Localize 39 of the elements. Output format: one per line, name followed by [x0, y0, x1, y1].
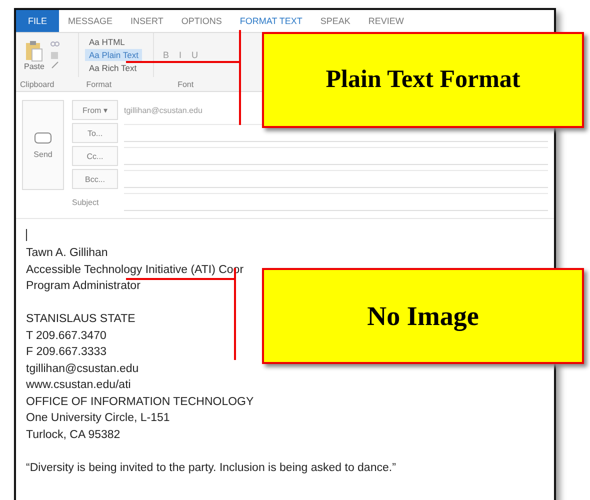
group-label: Format — [85, 80, 112, 88]
from-address: tgillihan@csustan.edu — [124, 106, 202, 114]
font-style-button[interactable]: U — [188, 50, 202, 60]
signature-line: www.csustan.edu/ati — [26, 378, 131, 393]
signature-line: Turlock, CA 95382 — [26, 428, 120, 442]
signature-line: One University Circle, L-151 — [26, 411, 170, 426]
signature-line: Program Administrator — [26, 279, 140, 294]
format-option[interactable]: Aa HTML — [85, 36, 142, 48]
signature-line: OFFICE OF INFORMATION TECHNOLOGY — [26, 394, 254, 410]
recipient-button[interactable]: Cc... — [72, 146, 118, 166]
signature-line: Tawn A. Gillihan — [26, 246, 108, 261]
signature-line: “Diversity is being invited to the party. Inclusion is being asked to dance.” — [26, 460, 396, 476]
text-cursor — [26, 229, 27, 241]
callout: No Image — [262, 268, 584, 364]
subject-label: Subject — [72, 198, 100, 206]
font-style-button[interactable]: I — [176, 50, 185, 60]
signature-line: STANISLAUS STATE — [26, 312, 136, 327]
send-button[interactable]: Send — [22, 100, 64, 190]
ribbon-tab[interactable]: REVIEW — [359, 10, 413, 32]
recipient-button[interactable]: To... — [72, 123, 118, 143]
signature-line: T 209.667.3470 — [26, 328, 106, 344]
ribbon-tab[interactable]: FORMAT TEXT — [230, 10, 312, 32]
envelope-icon — [34, 132, 52, 144]
format-option[interactable]: Aa Rich Text — [85, 62, 142, 74]
signature-line: F 209.667.3333 — [26, 345, 107, 360]
paste-button[interactable]: Paste — [22, 38, 46, 72]
ribbon-tab[interactable]: OPTIONS — [172, 10, 231, 32]
from-button[interactable]: From ▾ — [72, 100, 118, 120]
group-label: Clipboard — [19, 80, 54, 88]
recipient-button[interactable]: Bcc... — [72, 169, 118, 189]
callout: Plain Text Format — [262, 32, 584, 128]
font-style-button[interactable]: B — [160, 50, 172, 60]
signature-line: tgillihan@csustan.edu — [26, 362, 139, 376]
format-option[interactable]: Aa Plain Text — [85, 49, 142, 61]
ribbon-tab[interactable]: INSERT — [122, 10, 172, 32]
group-label: Font — [176, 80, 194, 88]
ribbon-tab[interactable]: FILE — [16, 10, 60, 32]
ribbon-tab[interactable]: MESSAGE — [59, 10, 122, 32]
ribbon-tab[interactable]: SPEAK — [311, 10, 360, 32]
